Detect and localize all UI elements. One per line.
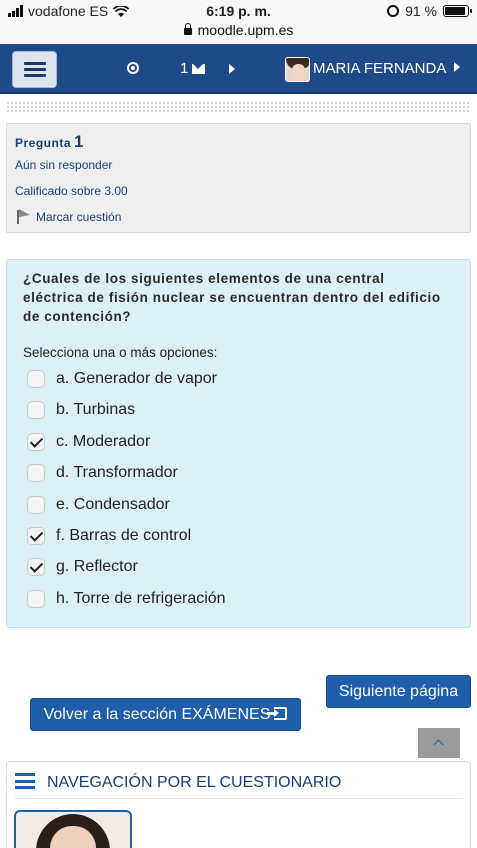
answer-option[interactable]: h. Torre de refrigeración <box>27 587 226 611</box>
envelope-icon <box>192 64 206 74</box>
answer-checkbox[interactable] <box>27 589 45 608</box>
list-icon[interactable] <box>15 773 35 789</box>
answer-option-label: e. Condensador <box>56 495 170 513</box>
caret-right-icon[interactable] <box>229 64 235 74</box>
answer-prompt: Selecciona una o más opciones: <box>23 345 218 360</box>
question-grade: Calificado sobre 3.00 <box>15 184 128 198</box>
answer-option[interactable]: e. Condensador <box>27 493 170 517</box>
answer-checkbox[interactable] <box>27 401 45 420</box>
menu-button[interactable] <box>12 51 57 88</box>
answer-option[interactable]: f. Barras de control <box>27 524 191 548</box>
answer-checkbox[interactable] <box>27 527 45 545</box>
answer-checkbox[interactable] <box>27 464 45 483</box>
answer-option-label: h. Torre de refrigeración <box>56 589 226 607</box>
answer-option-label: d. Transformador <box>56 464 178 482</box>
answer-option[interactable]: d. Transformador <box>27 461 178 485</box>
messages-link[interactable]: 1 <box>180 60 206 77</box>
status-right: 91 % <box>387 3 472 19</box>
user-avatar[interactable] <box>285 57 310 82</box>
answer-option[interactable]: g. Reflector <box>27 555 138 579</box>
user-menu-caret-icon <box>453 62 460 72</box>
answer-option-label: f. Barras de control <box>56 527 192 544</box>
back-to-section-button[interactable]: Volver a la sección EXÁMENES <box>30 698 301 731</box>
url-host: moodle.upm.es <box>197 22 294 38</box>
answer-checkbox[interactable] <box>27 558 45 577</box>
question-heading: Pregunta 1 <box>15 132 84 151</box>
user-name: MARIA FERNANDA <box>313 60 446 77</box>
back-button-label: Volver a la sección EXÁMENES <box>43 706 271 723</box>
message-count: 1 <box>180 60 189 77</box>
user-menu[interactable]: MARIA FERNANDA <box>313 60 460 77</box>
url-bar[interactable]: moodle.upm.es <box>0 22 477 44</box>
answer-checkbox[interactable] <box>27 432 45 451</box>
alarm-icon <box>387 5 400 17</box>
settings-icon[interactable] <box>127 62 139 74</box>
quiz-navigation-block: NAVEGACIÓN POR EL CUESTIONARIO <box>6 761 471 848</box>
answer-option[interactable]: c. Moderador <box>27 430 150 454</box>
question-info: Pregunta 1 Aún sin responder Calificado s… <box>6 123 471 233</box>
battery-icon <box>443 5 472 17</box>
answer-checkbox[interactable] <box>27 370 45 388</box>
answer-option-label: b. Turbinas <box>56 401 136 419</box>
next-page-button[interactable]: Siguiente página <box>326 675 471 708</box>
question-content: ¿Cuales de los siguientes elementos de u… <box>6 259 471 628</box>
answer-option-label: g. Reflector <box>56 558 138 576</box>
scroll-to-top-button[interactable] <box>418 728 460 758</box>
divider-pattern <box>6 101 471 113</box>
answer-checkbox[interactable] <box>27 495 45 514</box>
battery-level <box>445 7 466 15</box>
answer-option-label: c. Moderador <box>56 432 151 450</box>
battery-percent: 91 % <box>405 3 437 19</box>
question-status: Aún sin responder <box>15 158 113 172</box>
flag-question-link[interactable]: Marcar cuestión <box>36 210 121 224</box>
status-bar: vodafone ES 6:19 p. m. 91 % <box>0 0 477 22</box>
answer-option[interactable]: a. Generador de vapor <box>27 367 217 391</box>
question-number: 1 <box>74 132 84 151</box>
quiz-navigation-title: NAVEGACIÓN POR EL CUESTIONARIO <box>47 774 342 791</box>
flag-icon[interactable] <box>17 209 30 224</box>
sign-in-icon <box>267 707 288 720</box>
answer-option[interactable]: b. Turbinas <box>27 398 135 422</box>
divider <box>15 798 462 799</box>
question-text: ¿Cuales de los siguientes elementos de u… <box>23 271 441 324</box>
user-photo <box>14 810 132 848</box>
lock-icon <box>183 23 192 35</box>
answer-option-label: a. Generador de vapor <box>56 370 217 387</box>
